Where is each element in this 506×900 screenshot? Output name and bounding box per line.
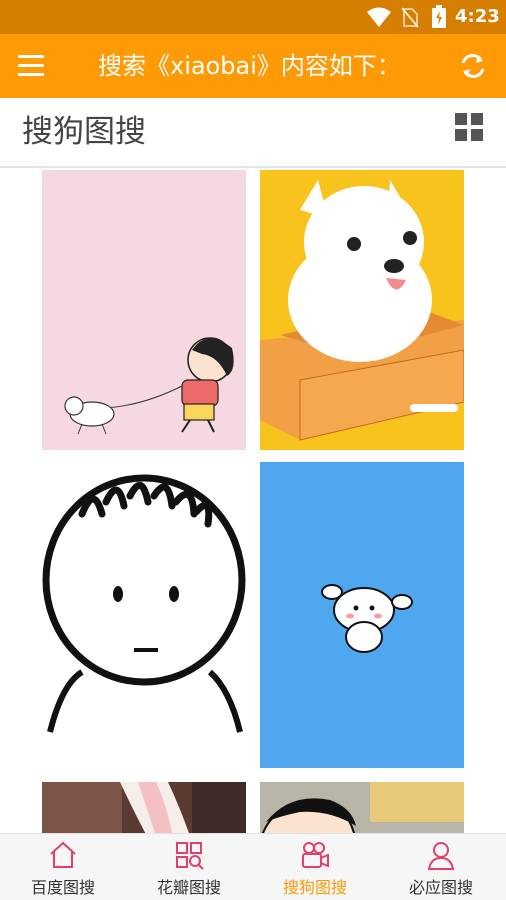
- image-tile[interactable]: [260, 462, 464, 768]
- nav-label: 百度图搜: [30, 878, 95, 897]
- rabbit-ear-image: [42, 782, 246, 833]
- camera-icon: [302, 842, 329, 868]
- cartoon-boy-image: [260, 782, 464, 833]
- nav-item-bing[interactable]: 必应图搜: [378, 834, 504, 900]
- nav-label: 搜狗图搜: [282, 878, 347, 897]
- battery-icon: [432, 5, 446, 28]
- section-title: 搜狗图搜: [22, 114, 146, 150]
- bottom-nav: 百度图搜 花瓣图搜 搜狗图搜 必应图搜: [0, 833, 506, 900]
- image-grid: [0, 170, 506, 833]
- nav-label: 花瓣图搜: [156, 878, 221, 897]
- image-tile[interactable]: [42, 782, 246, 833]
- image-tile[interactable]: [42, 170, 246, 450]
- cartoon-face-image: [42, 462, 246, 768]
- person-icon: [427, 842, 455, 870]
- nav-item-huaban[interactable]: 花瓣图搜: [126, 834, 252, 900]
- image-tile[interactable]: [42, 462, 246, 768]
- hamburger-menu-icon[interactable]: [14, 50, 48, 82]
- image-tile[interactable]: [260, 170, 464, 450]
- section-header: 搜狗图搜: [0, 98, 506, 168]
- nav-item-baidu[interactable]: 百度图搜: [0, 834, 126, 900]
- image-tile[interactable]: [260, 782, 464, 833]
- grid-view-icon[interactable]: [455, 113, 483, 141]
- white-dog-blue-image: [260, 462, 464, 768]
- grid-search-icon: [176, 842, 204, 870]
- refresh-icon[interactable]: [458, 51, 488, 81]
- app-bar-title: 搜索《xiaobai》内容如下：: [98, 52, 401, 80]
- boy-walking-dog-image: [42, 170, 246, 450]
- no-sim-icon: [401, 7, 419, 28]
- status-time: 4:23: [455, 6, 500, 27]
- app-bar: 搜索《xiaobai》内容如下：: [0, 34, 506, 98]
- nav-label: 必应图搜: [408, 878, 473, 897]
- wifi-icon: [367, 7, 391, 27]
- home-icon: [50, 841, 76, 868]
- nav-item-sogou[interactable]: 搜狗图搜: [252, 834, 378, 900]
- puppy-in-box-image: [260, 170, 464, 450]
- status-bar: 4:23: [0, 0, 506, 34]
